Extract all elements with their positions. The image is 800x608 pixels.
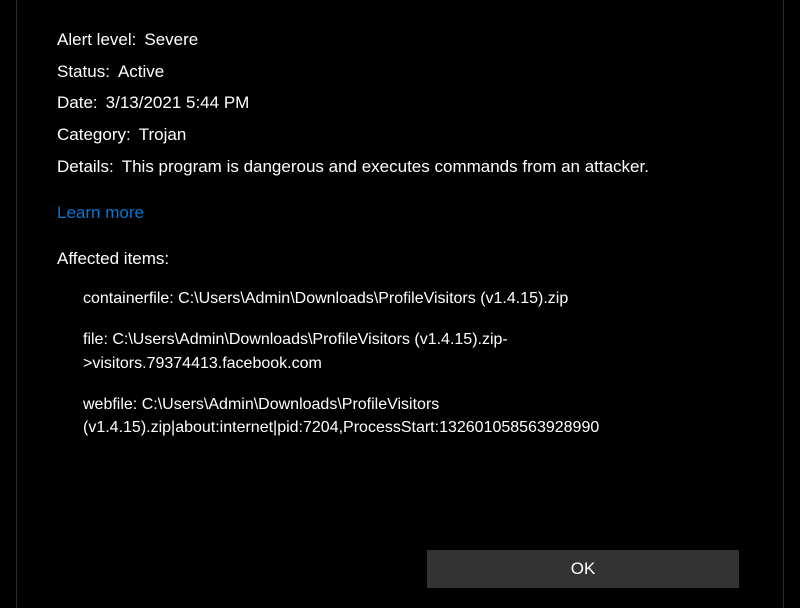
status-label: Status	[57, 60, 105, 85]
learn-more-link[interactable]: Learn more	[57, 203, 144, 223]
field-date: Date: 3/13/2021 5:44 PM	[57, 91, 743, 116]
list-item: webfile: C:\Users\Admin\Downloads\Profil…	[83, 393, 743, 439]
field-details: Details: This program is dangerous and e…	[57, 155, 743, 180]
field-alert-level: Alert level: Severe	[57, 28, 743, 53]
category-value: Trojan	[133, 123, 743, 148]
details-label: Details	[57, 155, 109, 180]
date-value: 3/13/2021 5:44 PM	[100, 91, 743, 116]
date-label: Date	[57, 91, 93, 116]
list-item: file: C:\Users\Admin\Downloads\ProfileVi…	[83, 328, 743, 374]
field-category: Category: Trojan	[57, 123, 743, 148]
category-label: Category	[57, 123, 126, 148]
list-item: containerfile: C:\Users\Admin\Downloads\…	[83, 287, 743, 310]
field-status: Status: Active	[57, 60, 743, 85]
details-value: This program is dangerous and executes c…	[116, 155, 743, 180]
threat-details-dialog: Alert level: Severe Status: Active Date:…	[16, 0, 784, 608]
alert-level-value: Severe	[138, 28, 743, 53]
status-value: Active	[112, 60, 743, 85]
affected-items-list: containerfile: C:\Users\Admin\Downloads\…	[57, 287, 743, 439]
button-row: OK	[427, 550, 739, 588]
fields-section: Alert level: Severe Status: Active Date:…	[57, 28, 743, 179]
ok-button[interactable]: OK	[427, 550, 739, 588]
affected-items-heading: Affected items:	[57, 249, 743, 269]
alert-level-label: Alert level	[57, 28, 132, 53]
